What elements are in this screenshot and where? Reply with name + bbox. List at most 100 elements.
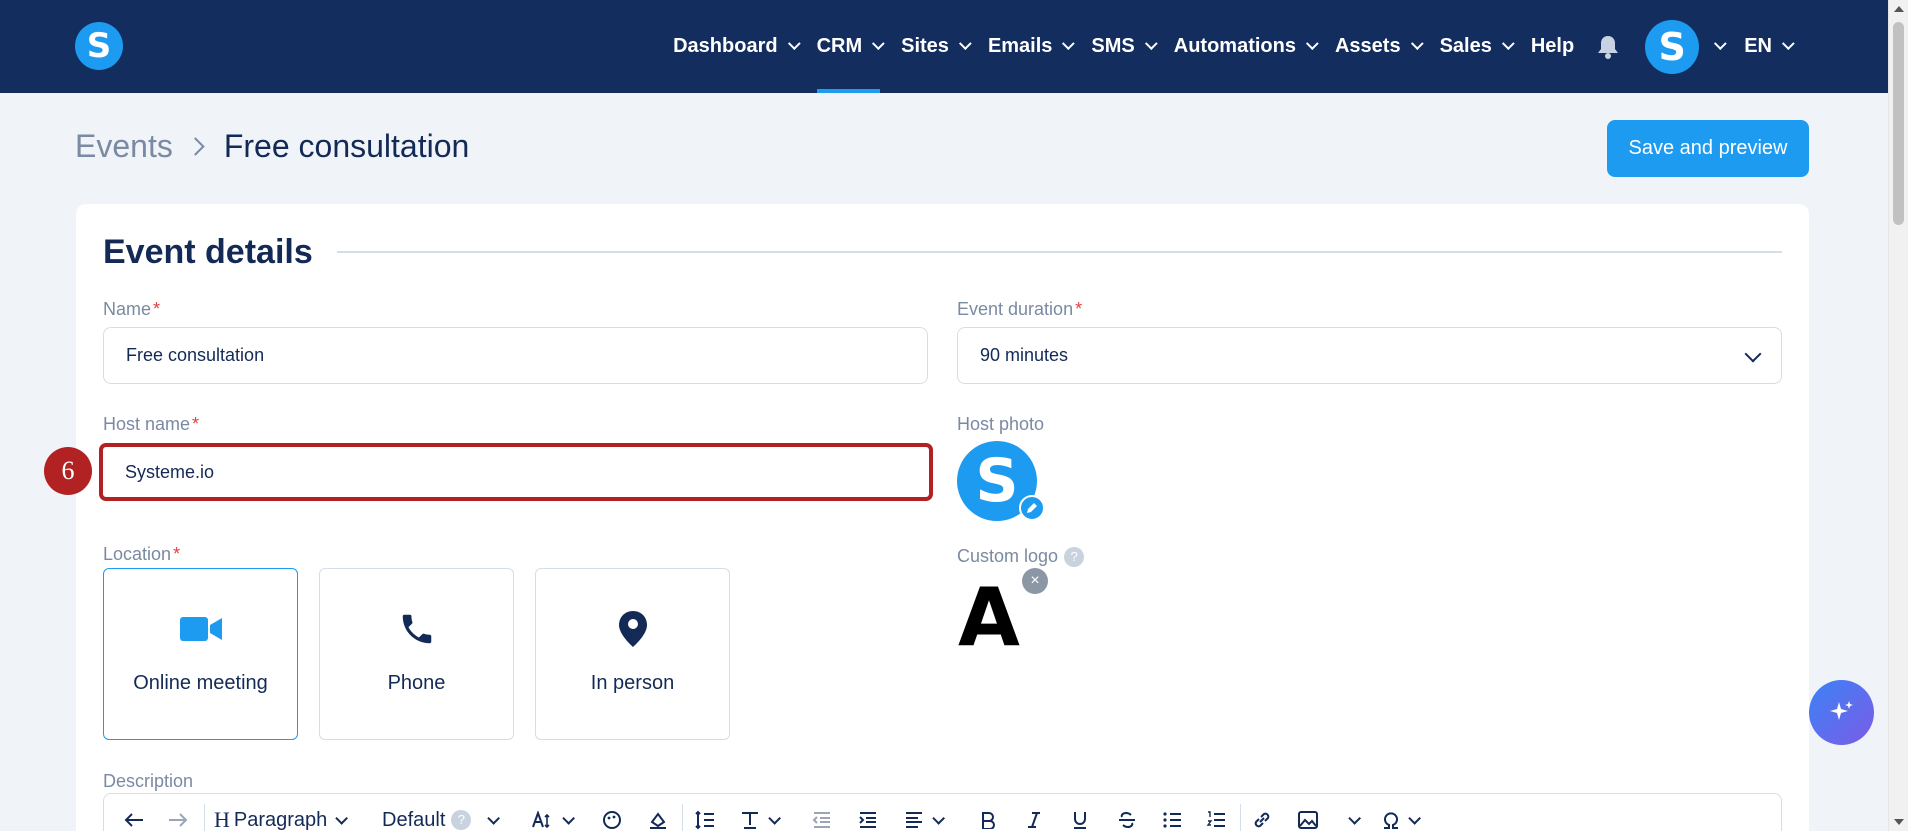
align-icon[interactable] bbox=[904, 808, 945, 831]
video-camera-icon bbox=[104, 609, 297, 649]
nav-item-dashboard[interactable]: Dashboard bbox=[673, 0, 801, 93]
app-logo[interactable]: S bbox=[75, 22, 123, 70]
link-icon[interactable] bbox=[1252, 808, 1272, 831]
user-avatar[interactable]: S bbox=[1645, 19, 1700, 74]
chevron-down-icon bbox=[1305, 37, 1319, 51]
indent-icon[interactable] bbox=[858, 808, 878, 831]
numbered-list-icon[interactable] bbox=[1206, 808, 1226, 831]
highlight-icon[interactable] bbox=[648, 808, 668, 831]
nav-item-sites[interactable]: Sites bbox=[901, 0, 972, 93]
chevron-down-icon bbox=[1744, 345, 1762, 363]
font-size-icon[interactable] bbox=[532, 808, 575, 831]
pencil-icon[interactable] bbox=[1019, 495, 1045, 521]
chevron-down-icon bbox=[768, 811, 781, 825]
font-family-dropdown[interactable]: Default ? bbox=[382, 808, 501, 831]
language-label: EN bbox=[1744, 35, 1772, 57]
chevron-down-icon bbox=[562, 811, 575, 825]
chevron-down-icon bbox=[1781, 37, 1795, 51]
host-name-label: Host name * bbox=[103, 414, 199, 435]
location-option-online-meeting[interactable]: Online meeting bbox=[103, 568, 298, 740]
text-format-icon[interactable] bbox=[740, 808, 781, 831]
toolbar-divider bbox=[682, 804, 683, 831]
nav-label: CRM bbox=[816, 35, 863, 57]
nav-item-help[interactable]: Help bbox=[1531, 0, 1574, 93]
label-text: Name bbox=[103, 299, 152, 319]
outdent-icon[interactable] bbox=[812, 808, 832, 831]
image-icon[interactable] bbox=[1298, 808, 1318, 831]
remove-logo-icon[interactable]: × bbox=[1022, 568, 1048, 594]
page-scrollbar[interactable] bbox=[1888, 0, 1908, 831]
redo-icon[interactable] bbox=[168, 808, 188, 831]
nav-label: Sites bbox=[901, 35, 949, 57]
chevron-down-icon bbox=[335, 811, 349, 825]
chevron-down-icon bbox=[1144, 37, 1158, 51]
scroll-down-icon[interactable] bbox=[1894, 819, 1904, 825]
map-pin-icon bbox=[536, 609, 729, 649]
undo-icon[interactable] bbox=[124, 808, 144, 831]
paragraph-style-dropdown[interactable]: H Paragraph bbox=[214, 807, 349, 831]
nav-label: Dashboard bbox=[673, 35, 778, 57]
top-nav: S Dashboard CRM Sites Emails SMS Automat… bbox=[0, 0, 1888, 93]
help-icon[interactable]: ? bbox=[451, 810, 472, 830]
phone-icon bbox=[320, 609, 513, 649]
help-icon[interactable]: ? bbox=[1064, 547, 1085, 568]
name-label: Name * bbox=[103, 299, 160, 320]
more-options-dropdown[interactable] bbox=[1340, 808, 1361, 831]
name-input[interactable]: Free consultation bbox=[103, 327, 928, 384]
nav-item-assets[interactable]: Assets bbox=[1335, 0, 1424, 93]
label-text: Event duration bbox=[957, 299, 1074, 319]
input-value: Systeme.io bbox=[125, 461, 215, 482]
special-character-icon[interactable] bbox=[1382, 808, 1421, 831]
toolbar-divider bbox=[204, 804, 205, 831]
palette-icon[interactable] bbox=[602, 808, 622, 831]
page-title: Free consultation bbox=[223, 128, 470, 164]
toolbar-divider bbox=[1240, 804, 1241, 831]
language-selector[interactable]: EN bbox=[1744, 0, 1795, 93]
underline-icon[interactable] bbox=[1072, 808, 1088, 831]
bold-icon[interactable] bbox=[980, 808, 996, 831]
label-text: Location bbox=[103, 544, 172, 564]
italic-icon[interactable] bbox=[1026, 808, 1042, 831]
nav-item-sales[interactable]: Sales bbox=[1439, 0, 1515, 93]
nav-item-emails[interactable]: Emails bbox=[988, 0, 1076, 93]
label-text: Host name bbox=[103, 414, 191, 434]
location-option-in-person[interactable]: In person bbox=[535, 568, 730, 740]
strikethrough-icon[interactable] bbox=[1118, 808, 1136, 831]
nav-item-crm[interactable]: CRM bbox=[816, 0, 885, 93]
scroll-thumb[interactable] bbox=[1893, 22, 1904, 225]
heading-icon: H bbox=[214, 807, 230, 831]
chevron-right-icon bbox=[186, 137, 205, 156]
sparkle-icon bbox=[1829, 700, 1853, 720]
chevron-down-icon bbox=[872, 37, 885, 51]
host-name-input[interactable]: Systeme.io bbox=[99, 443, 933, 501]
chevron-down-icon[interactable] bbox=[1714, 37, 1727, 51]
chevron-down-icon bbox=[1062, 37, 1076, 51]
nav-label: SMS bbox=[1091, 35, 1135, 57]
bell-icon[interactable] bbox=[1596, 35, 1620, 59]
chevron-down-icon bbox=[1410, 37, 1424, 51]
section-title: Event details bbox=[103, 233, 313, 271]
location-option-label: In person bbox=[590, 672, 675, 694]
nav-menu: Dashboard CRM Sites Emails SMS Automatio… bbox=[652, 0, 1795, 93]
host-photo-letter: S bbox=[975, 446, 1019, 516]
bullet-list-icon[interactable] bbox=[1162, 808, 1182, 831]
location-option-phone[interactable]: Phone bbox=[319, 568, 514, 740]
input-value: Free consultation bbox=[126, 345, 265, 365]
editor-toolbar: H Paragraph Default ? bbox=[103, 793, 1782, 831]
host-photo[interactable]: S bbox=[957, 441, 1045, 521]
location-label: Location * bbox=[103, 544, 180, 565]
scroll-up-icon[interactable] bbox=[1894, 6, 1904, 12]
step-annotation-badge: 6 bbox=[44, 447, 92, 495]
event-duration-select[interactable]: 90 minutes bbox=[957, 327, 1782, 384]
line-height-icon[interactable] bbox=[694, 808, 716, 831]
chevron-down-icon bbox=[932, 811, 945, 825]
nav-label: Sales bbox=[1439, 35, 1492, 57]
ai-assistant-button[interactable] bbox=[1809, 680, 1874, 745]
required-marker: * bbox=[192, 414, 200, 434]
save-and-preview-button[interactable]: Save and preview bbox=[1607, 120, 1809, 177]
paragraph-style-value: Paragraph bbox=[233, 808, 328, 831]
section-divider bbox=[337, 251, 1782, 253]
nav-item-automations[interactable]: Automations bbox=[1174, 0, 1319, 93]
nav-item-sms[interactable]: SMS bbox=[1091, 0, 1158, 93]
breadcrumb-events[interactable]: Events bbox=[75, 128, 173, 165]
